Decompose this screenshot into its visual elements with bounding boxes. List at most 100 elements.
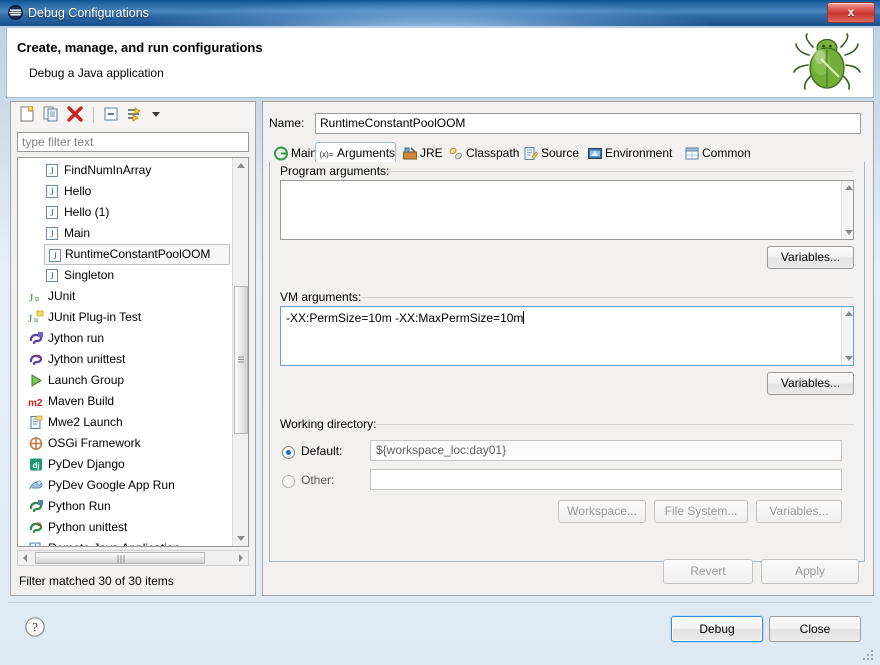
launch-configurations-panel: type filter text J FindNumInArray J Hello J H… (10, 101, 256, 596)
title-bar: Debug Configurations x (0, 0, 880, 26)
working-directory-default-input: ${workspace_loc:day01} (370, 440, 842, 461)
scroll-up-arrow[interactable] (233, 158, 248, 174)
toolbar-separator (93, 107, 94, 123)
tab-arguments[interactable]: (x)= Arguments (315, 142, 396, 163)
tree-item-label: Mwe2 Launch (48, 415, 123, 429)
filter-icon[interactable] (125, 105, 147, 125)
tree-item-jython-unittest[interactable]: u Jython unittest (18, 349, 232, 370)
vm-arguments-variables-button[interactable]: Variables... (767, 372, 854, 395)
tree-item-hello[interactable]: J Hello (18, 181, 232, 202)
maven-m2-icon: m2 (28, 394, 44, 409)
default-radio[interactable] (282, 446, 295, 459)
svg-text:J: J (28, 313, 33, 325)
jre-tab-icon (402, 146, 418, 161)
apply-button: Apply (761, 559, 859, 584)
page-title: Create, manage, and run configurations (17, 40, 263, 55)
tab-common[interactable]: Common (680, 142, 752, 163)
program-arguments-textarea[interactable] (280, 180, 854, 240)
tree-item-findnuminarray[interactable]: J FindNumInArray (18, 160, 232, 181)
program-arguments-variables-button[interactable]: Variables... (767, 246, 854, 269)
java-app-icon: J (44, 226, 60, 241)
working-directory-other-input[interactable] (370, 469, 842, 490)
svg-text:dj: dj (32, 461, 39, 470)
configuration-name-input[interactable]: RuntimeConstantPoolOOM (315, 113, 861, 134)
tree-item-label: JUnit (48, 289, 76, 303)
chevron-down-icon[interactable] (149, 105, 163, 125)
java-app-icon: J (44, 205, 60, 220)
file-system-button: File System... (654, 500, 748, 523)
scrollbar-thumb[interactable] (234, 286, 248, 434)
vm-arguments-label: VM arguments: (280, 290, 366, 304)
title-bar-glow (150, 0, 710, 26)
tree-item-maven-build[interactable]: m2 Maven Build (18, 391, 232, 412)
tree-item-pydev-django[interactable]: dj PyDev Django (18, 454, 232, 475)
launch-configurations-tree[interactable]: J FindNumInArray J Hello J Hello (1) J Main J Run… (17, 157, 249, 547)
text-caret (523, 311, 525, 324)
tree-item-junit[interactable]: Ju JUnit (18, 286, 232, 307)
footer-divider (8, 602, 872, 603)
debug-button[interactable]: Debug (671, 616, 763, 642)
tree-vertical-scrollbar[interactable] (232, 158, 248, 546)
jython-unittest-icon: u (28, 352, 44, 367)
tab-environment[interactable]: Environment (583, 142, 678, 163)
django-icon: dj (28, 457, 44, 472)
remote-java-icon: J (28, 541, 44, 546)
tab-main[interactable]: Main (269, 142, 317, 163)
scroll-down-arrow[interactable] (233, 530, 248, 546)
working-directory-label: Working directory: (280, 417, 381, 431)
other-radio[interactable] (282, 475, 295, 488)
svg-text:m2: m2 (28, 398, 43, 409)
arguments-tab-panel: Program arguments: Variables... VM argum… (269, 162, 865, 562)
svg-text:(x)=: (x)= (320, 150, 334, 159)
scroll-down-arrow[interactable] (845, 230, 853, 235)
collapse-all-button[interactable] (101, 105, 123, 125)
tree-item-python-unittest[interactable]: u Python unittest (18, 517, 232, 538)
tree-item-label: Maven Build (48, 394, 115, 408)
svg-text:J: J (50, 187, 54, 197)
tree-item-hello-1[interactable]: J Hello (1) (18, 202, 232, 223)
tree-item-junit-plug-in-test[interactable]: Ju JUnit Plug-in Test (18, 307, 232, 328)
tree-item-label: Singleton (64, 268, 115, 282)
close-button[interactable]: Close (769, 616, 861, 642)
svg-text:u: u (37, 352, 41, 360)
tree-item-singleton[interactable]: J Singleton (18, 265, 232, 286)
svg-text:u: u (35, 294, 39, 303)
tree-item-remote-java-application[interactable]: J Remote Java Application (18, 538, 232, 546)
tree-item-pydev-google-app-run[interactable]: PyDev Google App Run (18, 475, 232, 496)
program-arguments-label: Program arguments: (280, 164, 394, 178)
tree-item-launch-group[interactable]: Launch Group (18, 370, 232, 391)
vm-arguments-textarea[interactable]: -XX:PermSize=10m -XX:MaxPermSize=10m (280, 306, 854, 366)
tree-item-mwe2-launch[interactable]: Mwe2 Launch (18, 412, 232, 433)
vm-arguments-scrollbar[interactable] (841, 307, 853, 365)
tab-source[interactable]: Source (519, 142, 581, 163)
scroll-up-arrow[interactable] (845, 185, 853, 190)
filter-input[interactable]: type filter text (17, 132, 249, 152)
java-app-icon: J (44, 163, 60, 178)
tree-item-runtimeconstantpooloom[interactable]: J RuntimeConstantPoolOOM (44, 244, 230, 265)
duplicate-launch-configuration-button[interactable] (41, 105, 63, 125)
scroll-down-arrow[interactable] (845, 356, 853, 361)
scroll-up-arrow[interactable] (845, 311, 853, 316)
program-arguments-scrollbar[interactable] (841, 181, 853, 239)
tree-item-python-run[interactable]: Python Run (18, 496, 232, 517)
red-x-delete-icon[interactable] (65, 105, 87, 125)
hscrollbar-thumb[interactable] (35, 552, 205, 564)
tab-classpath[interactable]: Classpath (444, 142, 519, 163)
tree-horizontal-scrollbar[interactable] (17, 550, 249, 566)
new-launch-configuration-button[interactable] (17, 105, 39, 125)
osgi-icon (28, 436, 44, 451)
tree-item-osgi-framework[interactable]: OSGi Framework (18, 433, 232, 454)
program-arguments-group-line (386, 171, 854, 172)
tree-item-jython-run[interactable]: Jython run (18, 328, 232, 349)
default-label: Default: (301, 444, 343, 458)
configuration-editor-panel: Name: RuntimeConstantPoolOOM Main (x)= Arg… (262, 101, 874, 596)
resize-grip[interactable] (862, 649, 874, 661)
tree-item-main[interactable]: J Main (18, 223, 232, 244)
tree-item-label: OSGi Framework (48, 436, 141, 450)
mwe2-icon (28, 415, 44, 430)
vm-arguments-group-line (362, 297, 854, 298)
window-close-button[interactable]: x (827, 2, 875, 23)
svg-text:J: J (50, 208, 54, 218)
help-question-icon[interactable]: ? (24, 616, 46, 638)
tab-jre[interactable]: JRE (398, 142, 443, 163)
